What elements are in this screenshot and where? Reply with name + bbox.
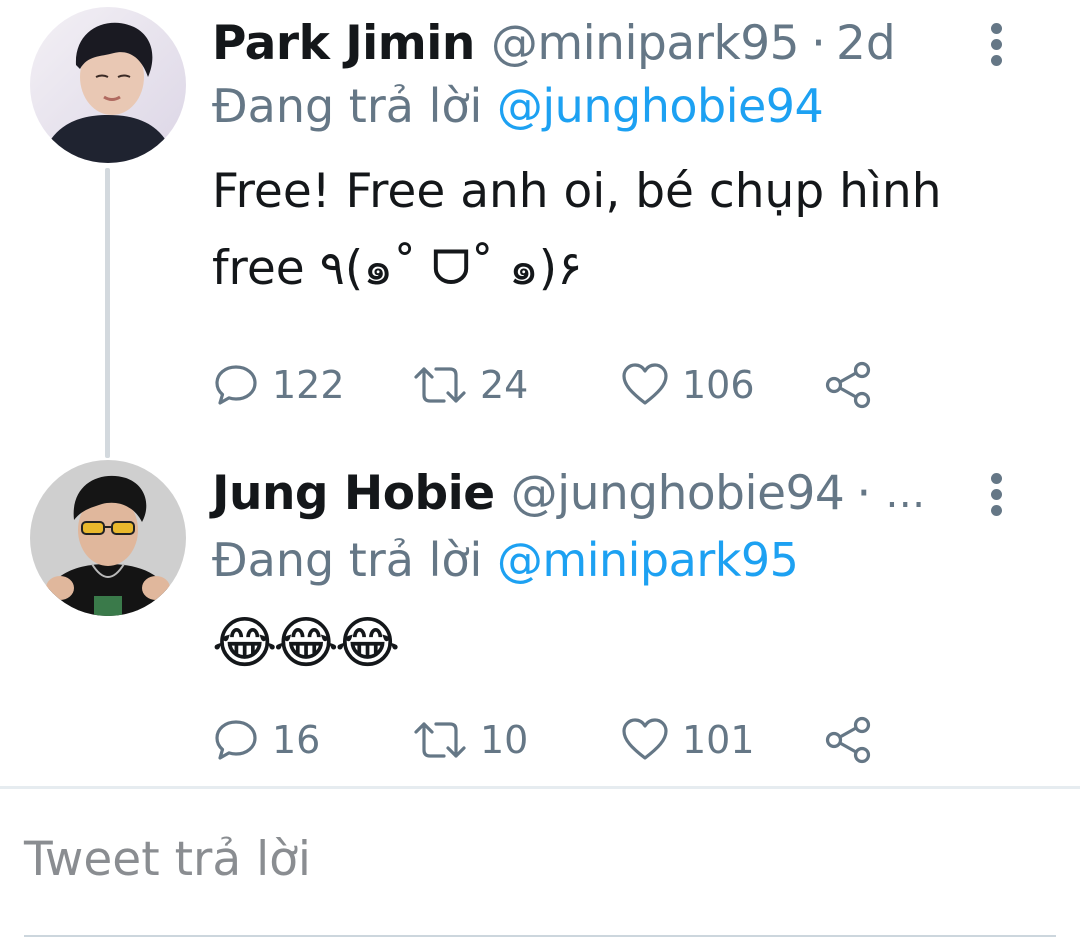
tweet-actions: 122 24 106 (212, 355, 1012, 415)
share-icon (825, 361, 871, 409)
tweet-header: Park Jimin @minipark95 · 2d (212, 14, 896, 74)
author-name[interactable]: Jung Hobie (212, 466, 495, 522)
retweet-button[interactable]: 24 (412, 355, 528, 415)
replying-prefix: Đang trả lời (212, 533, 483, 587)
reply-count: 122 (272, 363, 345, 407)
speech-bubble-icon (215, 720, 257, 760)
share-button[interactable] (824, 710, 874, 770)
avatar[interactable] (30, 460, 186, 616)
tweet-actions: 16 10 101 (212, 710, 1012, 770)
more-options-button[interactable] (985, 464, 1011, 524)
divider (0, 786, 1080, 789)
vertical-dots-icon (991, 473, 1002, 484)
reply-button[interactable]: 16 (212, 710, 320, 770)
heart-icon (622, 363, 668, 405)
replying-to-mention[interactable]: @junghobie94 (497, 79, 824, 133)
like-count: 101 (682, 718, 755, 762)
retweet-icon (414, 722, 466, 758)
reply-input[interactable]: Tweet trả lời (24, 800, 1056, 937)
author-handle[interactable]: @junghobie94 (511, 466, 845, 522)
tweet-text: Free! Free anh oi, bé chụp hình free ٩(๑… (212, 164, 942, 296)
avatar[interactable] (30, 7, 186, 163)
reply-button[interactable]: 122 (212, 355, 345, 415)
like-button[interactable]: 106 (620, 355, 755, 415)
more-options-button[interactable] (985, 14, 1011, 74)
timestamp[interactable]: 2d (836, 16, 896, 72)
retweet-count: 24 (480, 363, 529, 407)
tweet-header: Jung Hobie @junghobie94 · … (212, 464, 925, 524)
share-button[interactable] (824, 355, 874, 415)
truncated-timestamp: … (885, 471, 926, 517)
author-name[interactable]: Park Jimin (212, 16, 475, 72)
author-handle[interactable]: @minipark95 (491, 16, 800, 72)
separator-dot: · (811, 16, 826, 71)
retweet-button[interactable]: 10 (412, 710, 528, 770)
replying-to-mention[interactable]: @minipark95 (497, 533, 799, 587)
like-count: 106 (682, 363, 755, 407)
heart-icon (622, 718, 668, 760)
vertical-dots-icon (991, 23, 1002, 34)
share-icon (825, 716, 871, 764)
like-button[interactable]: 101 (620, 710, 755, 770)
tweet-text: 😂😂😂 (212, 611, 400, 676)
tweet[interactable]: Jung Hobie @junghobie94 · … Đang trả lời… (0, 455, 1080, 785)
speech-bubble-icon (215, 365, 257, 405)
retweet-icon (414, 367, 466, 403)
reply-count: 16 (272, 718, 321, 762)
tweet[interactable]: Park Jimin @minipark95 · 2d Đang trả lời… (0, 0, 1080, 440)
reply-placeholder: Tweet trả lời (24, 832, 311, 887)
retweet-count: 10 (480, 718, 529, 762)
separator-dot: · (856, 466, 872, 521)
replying-to-line: Đang trả lời @junghobie94 (212, 78, 824, 134)
replying-to-line: Đang trả lời @minipark95 (212, 532, 799, 588)
replying-prefix: Đang trả lời (212, 79, 483, 133)
